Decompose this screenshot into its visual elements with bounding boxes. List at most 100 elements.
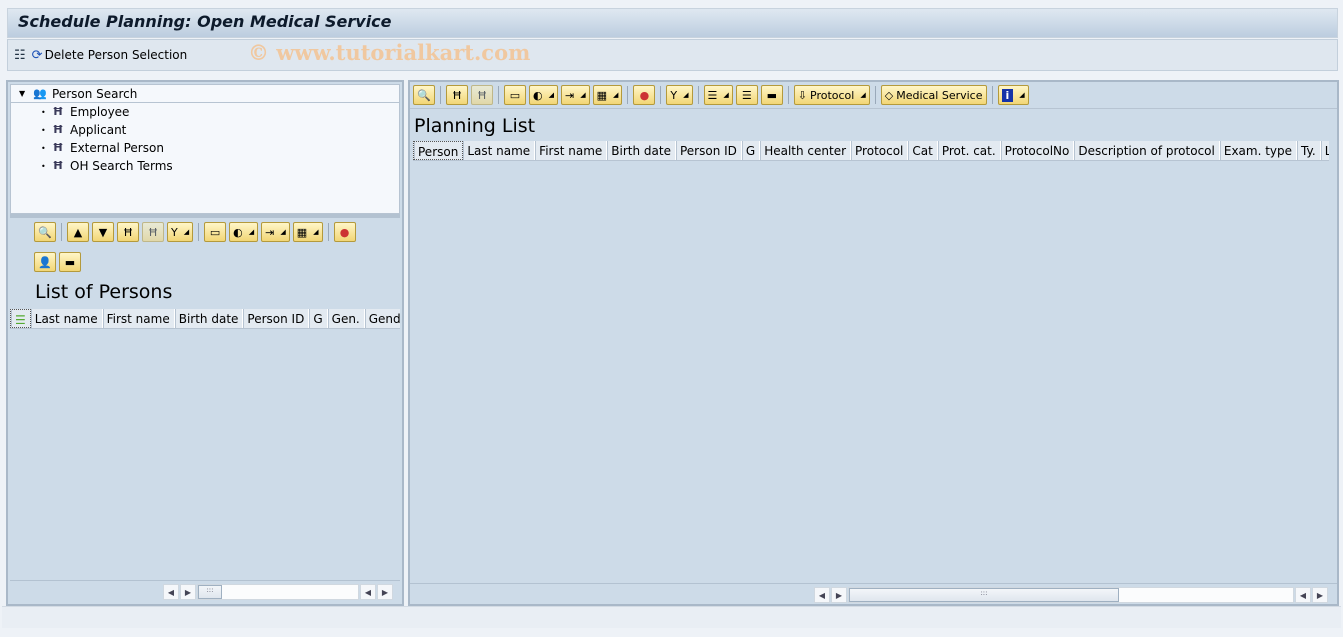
print-button[interactable]: ▭ (504, 85, 526, 105)
column-header-gender[interactable]: Gender (364, 309, 400, 328)
column-header-last-name[interactable]: Last name (30, 309, 103, 328)
dropdown-arrow-icon[interactable]: ◢ (860, 91, 865, 99)
binoculars-icon: Ħ (52, 105, 64, 118)
color-legend-button[interactable]: ● (633, 85, 656, 105)
scroll-end-right-icon[interactable]: ▶ (1312, 587, 1328, 603)
dropdown-arrow-icon[interactable]: ◢ (313, 228, 318, 236)
person-list-hscrollbar[interactable]: ◀ ▶ ::: ◀ ▶ (163, 583, 393, 601)
column-header-ty[interactable]: Ty. (1297, 141, 1321, 160)
views-button[interactable]: ◐ ◢ (529, 85, 558, 105)
details-button[interactable]: 🔍 (413, 85, 435, 105)
dropdown-arrow-icon[interactable]: ◢ (580, 91, 585, 99)
layout-button[interactable]: ▦ ◢ (592, 85, 623, 105)
color-legend-icon: ● (339, 225, 350, 239)
dropdown-arrow-icon[interactable]: ◢ (280, 228, 285, 236)
column-header-protocol[interactable]: Protocol (851, 141, 909, 160)
title-bar: Schedule Planning: Open Medical Service (7, 8, 1338, 38)
dropdown-arrow-icon[interactable]: ◢ (723, 91, 728, 99)
scroll-right-icon[interactable]: ▶ (180, 584, 196, 600)
column-header-last-appmt[interactable]: Last Appmt (1320, 141, 1329, 160)
column-header-birth-date[interactable]: Birth date (174, 309, 244, 328)
column-header-g[interactable]: G (309, 309, 328, 328)
person-select-button[interactable]: 👤 (34, 252, 56, 272)
filter-button[interactable]: Y ◢ (666, 85, 693, 105)
column-header-protocolno[interactable]: ProtocolNo (1000, 141, 1075, 160)
color-legend-button[interactable]: ● (333, 222, 356, 242)
tree-root-person-search[interactable]: ▼ 👥 Person Search (11, 85, 399, 103)
filter-button[interactable]: Y ◢ (167, 222, 194, 242)
column-header-person-id[interactable]: Person ID (243, 309, 310, 328)
dropdown-arrow-icon[interactable]: ◢ (1019, 91, 1024, 99)
dropdown-arrow-icon[interactable]: ◢ (184, 228, 189, 236)
column-header-health-center[interactable]: Health center (760, 141, 852, 160)
dropdown-arrow-icon[interactable]: ◢ (549, 91, 554, 99)
column-header-description-of-protocol[interactable]: Description of protocol (1074, 141, 1220, 160)
tree-item-external-person[interactable]: • Ħ External Person (11, 139, 399, 157)
export-button[interactable]: ⇥ ◢ (261, 222, 290, 242)
select-columns-button[interactable]: ☰ ◢ (703, 85, 733, 105)
column-button[interactable]: ☰ (735, 85, 758, 105)
watermark: © www.tutorialkart.com (248, 40, 531, 65)
layout-button[interactable]: ▦ ◢ (292, 222, 323, 242)
tree-item-employee[interactable]: • Ħ Employee (11, 103, 399, 121)
tree-item-applicant[interactable]: • Ħ Applicant (11, 121, 399, 139)
column-header-exam-type[interactable]: Exam. type (1219, 141, 1298, 160)
column-header-g[interactable]: G (741, 141, 761, 160)
find-button[interactable]: Ħ (446, 85, 468, 105)
delete-row-button[interactable]: ▬ (59, 252, 81, 272)
find-next-button[interactable]: Ħ (471, 85, 493, 105)
find-next-button[interactable]: Ħ (142, 222, 164, 242)
scroll-left-icon[interactable]: ◀ (163, 584, 179, 600)
scroll-track[interactable]: ::: (197, 584, 359, 600)
select-all-button[interactable]: ☰ (10, 309, 31, 328)
scroll-track[interactable]: ::: (848, 587, 1294, 603)
scroll-thumb[interactable]: ::: (849, 588, 1119, 602)
column-header-person[interactable]: Person (413, 141, 464, 160)
sort-descending-button[interactable]: ▼ (92, 222, 114, 242)
details-icon: 🔍 (417, 88, 431, 102)
dropdown-arrow-icon[interactable]: ◢ (613, 91, 618, 99)
sort-ascending-button[interactable]: ▲ (67, 222, 89, 242)
delete-row-button[interactable]: ▬ (760, 85, 783, 105)
sort-ascending-icon: ▲ (73, 225, 83, 239)
column-header-first-name[interactable]: First name (102, 309, 175, 328)
scroll-end-right-icon[interactable]: ▶ (377, 584, 393, 600)
column-header-birth-date[interactable]: Birth date (607, 141, 676, 160)
dropdown-arrow-icon[interactable]: ◢ (683, 91, 688, 99)
expand-icon[interactable]: ▼ (19, 89, 33, 98)
views-icon: ◐ (233, 225, 243, 239)
find-next-icon: Ħ (476, 88, 488, 102)
delete-row-icon: ▬ (64, 255, 76, 269)
print-icon: ▭ (209, 225, 221, 239)
find-next-icon: Ħ (147, 225, 159, 239)
horizontal-splitter[interactable] (10, 214, 400, 218)
protocol-button[interactable]: ⇩ Protocol ◢ (793, 85, 870, 105)
separator (198, 223, 200, 241)
column-header-last-name[interactable]: Last name (463, 141, 536, 160)
export-button[interactable]: ⇥ ◢ (561, 85, 590, 105)
column-header-gen[interactable]: Gen. (327, 309, 365, 328)
medical-service-button[interactable]: ◇ Medical Service (880, 85, 987, 105)
delete-person-selection-button[interactable]: ⟳ Delete Person Selection (32, 48, 188, 63)
info-icon: i (1001, 88, 1014, 102)
layout-icon: ▦ (596, 88, 608, 102)
column-header-prot-cat[interactable]: Prot. cat. (937, 141, 1001, 160)
scroll-left-icon[interactable]: ◀ (814, 587, 830, 603)
scroll-end-left-icon[interactable]: ◀ (360, 584, 376, 600)
column-header-first-name[interactable]: First name (535, 141, 608, 160)
tree-item-oh-search-terms[interactable]: • Ħ OH Search Terms (11, 157, 399, 175)
print-button[interactable]: ▭ (204, 222, 227, 242)
views-button[interactable]: ◐ ◢ (229, 222, 259, 242)
column-header-cat[interactable]: Cat (908, 141, 938, 160)
scroll-thumb[interactable]: ::: (198, 585, 222, 599)
dropdown-arrow-icon[interactable]: ◢ (249, 228, 254, 236)
column-header-person-id[interactable]: Person ID (675, 141, 742, 160)
scroll-end-left-icon[interactable]: ◀ (1295, 587, 1311, 603)
info-button[interactable]: i ◢ (997, 85, 1029, 105)
find-button[interactable]: Ħ (117, 222, 139, 242)
details-button[interactable]: 🔍 (34, 222, 56, 242)
scroll-right-icon[interactable]: ▶ (831, 587, 847, 603)
planning-list-hscrollbar[interactable]: ◀ ▶ ::: ◀ ▶ (814, 586, 1328, 604)
list-icon[interactable]: ☷ (14, 48, 26, 63)
planning-list-header: Person Last name First name Birth date Perso… (413, 141, 1329, 161)
